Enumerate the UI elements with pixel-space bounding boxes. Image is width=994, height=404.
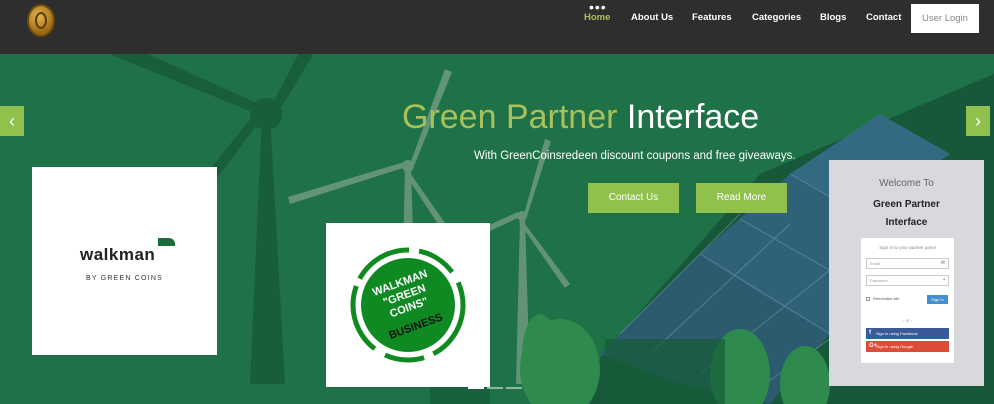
google-plus-icon: G+ <box>869 343 878 349</box>
walkman-logo-text: walkman <box>80 245 156 264</box>
nav-blogs[interactable]: Blogs <box>820 12 846 23</box>
more-dots-icon[interactable]: ••• <box>589 0 607 14</box>
google-signin-label: Sign in using Google <box>876 344 913 349</box>
walkman-logo-tagline: BY GREEN COINS <box>86 275 163 282</box>
lock-icon: ▪ <box>943 277 945 283</box>
hero-subtitle: With GreenCoinsredeen discount coupons a… <box>474 150 796 162</box>
slider-indicator-1[interactable] <box>468 387 484 389</box>
hero-title-rest: Interface <box>626 98 760 136</box>
top-navbar: ••• Home About Us Features Categories Bl… <box>0 0 994 54</box>
read-more-button[interactable]: Read More <box>696 183 787 213</box>
slider-indicator-3[interactable] <box>506 387 522 389</box>
walkman-logo-mark-icon <box>158 238 175 246</box>
hero-slider: ‹ › Green Partner Interface With GreenCo… <box>0 54 994 404</box>
or-divider: - or - <box>902 318 913 323</box>
nav-categories[interactable]: Categories <box>752 12 801 23</box>
slider-prev-arrow-icon[interactable]: ‹ <box>0 106 24 136</box>
user-login-button[interactable]: User Login <box>911 4 979 33</box>
password-placeholder: Password <box>870 278 888 283</box>
login-title-line2: Interface <box>885 217 928 228</box>
email-placeholder: Email <box>870 261 881 266</box>
nav-about-us[interactable]: About Us <box>631 12 673 23</box>
facebook-signin-button[interactable]: f Sign in using Facebook <box>866 328 949 339</box>
nav-contact[interactable]: Contact <box>866 12 901 23</box>
remember-me-label: Remember Me <box>873 296 900 301</box>
facebook-icon: f <box>869 330 871 336</box>
coin-logo-icon[interactable] <box>27 4 55 37</box>
facebook-signin-label: Sign in using Facebook <box>876 331 918 336</box>
walkman-logo-card: walkman BY GREEN COINS <box>32 167 217 355</box>
sign-in-prompt: Sign in to your partner panel <box>879 245 936 250</box>
login-title-line1: Green Partner <box>873 199 940 210</box>
business-badge-card: WALKMAN "GREEN COINS" BUSINESS <box>326 223 490 387</box>
green-coins-badge-icon: WALKMAN "GREEN COINS" BUSINESS <box>350 247 466 363</box>
google-signin-button[interactable]: G+ Sign in using Google <box>866 341 949 352</box>
remember-me-checkbox[interactable]: Remember Me <box>866 296 899 301</box>
nav-home[interactable]: Home <box>584 12 610 23</box>
password-field[interactable]: Password ▪ <box>866 275 949 286</box>
login-welcome-text: Welcome To <box>879 178 934 189</box>
checkbox-icon <box>866 296 870 301</box>
login-card-title: Green Partner Interface <box>829 196 984 232</box>
partner-login-preview-card: Welcome To Green Partner Interface Sign … <box>829 160 984 386</box>
sign-in-button[interactable]: Sign In <box>927 295 948 304</box>
contact-us-button[interactable]: Contact Us <box>588 183 679 213</box>
hero-title: Green Partner Interface <box>402 98 759 137</box>
login-form: Sign in to your partner panel Email ✉ Pa… <box>861 238 954 363</box>
nav-features[interactable]: Features <box>692 12 732 23</box>
slider-next-arrow-icon[interactable]: › <box>966 106 990 136</box>
hero-title-accent: Green Partner <box>402 98 618 136</box>
email-icon: ✉ <box>940 260 945 266</box>
email-field[interactable]: Email ✉ <box>866 258 949 269</box>
slider-indicator-2[interactable] <box>487 387 503 389</box>
